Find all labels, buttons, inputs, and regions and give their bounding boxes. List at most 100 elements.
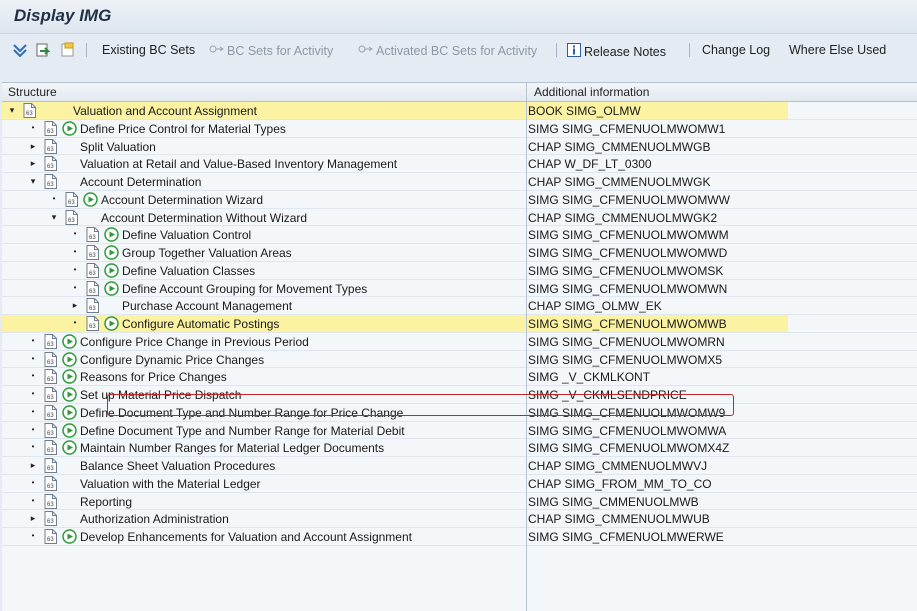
execute-activity-icon[interactable]: [62, 422, 77, 438]
execute-activity-icon[interactable]: [104, 245, 119, 260]
tree-row[interactable]: • 63 Configure Price Change in Previous Pe…: [2, 333, 917, 351]
execute-activity-icon[interactable]: [62, 440, 77, 455]
node-label[interactable]: Valuation and Account Assignment: [73, 104, 257, 118]
expand-node-icon[interactable]: ▸: [28, 459, 38, 471]
documentation-icon[interactable]: 63: [44, 404, 57, 420]
node-label[interactable]: Account Determination: [80, 175, 201, 189]
documentation-icon[interactable]: 63: [44, 458, 57, 473]
execute-activity-icon[interactable]: [62, 387, 77, 402]
node-label[interactable]: Split Valuation: [80, 140, 156, 154]
execute-activity-icon[interactable]: [104, 227, 119, 242]
where-else-used-button[interactable]: Where Else Used: [789, 43, 886, 57]
node-label[interactable]: Define Valuation Control: [122, 228, 251, 242]
tree-row[interactable]: ▸ 63 Balance Sheet Valuation Procedures CHA…: [2, 457, 917, 475]
node-label[interactable]: Reasons for Price Changes: [80, 370, 227, 384]
execute-activity-icon[interactable]: [62, 351, 77, 367]
tree-row[interactable]: • 63 Define Valuation Control SIMG SIMG_CFM…: [2, 226, 917, 244]
documentation-icon[interactable]: 63: [86, 227, 99, 243]
node-label[interactable]: Define Valuation Classes: [122, 264, 255, 278]
documentation-icon[interactable]: 63: [44, 511, 57, 527]
documentation-icon[interactable]: 63: [86, 280, 99, 296]
documentation-icon[interactable]: 63: [86, 245, 99, 260]
tree-row[interactable]: ▸ 63 Valuation at Retail and Value-Based I…: [2, 155, 917, 173]
node-label[interactable]: Develop Enhancements for Valuation and A…: [80, 530, 412, 544]
node-label[interactable]: Define Account Grouping for Movement Typ…: [122, 282, 367, 296]
tree-row[interactable]: • 63 Maintain Number Ranges for Material L…: [2, 439, 917, 457]
documentation-icon[interactable]: 63: [44, 120, 57, 136]
expand-node-icon[interactable]: ▸: [28, 140, 38, 152]
tree-row[interactable]: ▸ 63 Authorization Administration CHAP SIMG…: [2, 510, 917, 528]
tree-row[interactable]: • 63 Define Price Control for Material Typ…: [2, 120, 917, 138]
documentation-icon[interactable]: 63: [44, 440, 57, 456]
expand-subtree-icon[interactable]: [12, 42, 28, 58]
execute-activity-icon[interactable]: [83, 192, 98, 207]
node-label[interactable]: Group Together Valuation Areas: [122, 246, 292, 260]
execute-activity-icon[interactable]: [62, 369, 77, 384]
documentation-icon[interactable]: 63: [65, 191, 78, 207]
expand-node-icon[interactable]: ▸: [28, 157, 38, 169]
node-label[interactable]: Define Price Control for Material Types: [80, 122, 286, 136]
tree-row[interactable]: • 63 Configure Automatic Postings SIMG SIMG…: [2, 315, 917, 333]
node-label[interactable]: Account Determination Without Wizard: [101, 211, 307, 225]
execute-activity-icon[interactable]: [104, 263, 119, 278]
tree-row[interactable]: • 63 Account Determination Wizard SIMG SIMG…: [2, 191, 917, 209]
documentation-icon[interactable]: 63: [23, 103, 36, 118]
expand-node-icon[interactable]: ▸: [28, 512, 38, 524]
tree-row[interactable]: • 63 Define Valuation Classes SIMG SIMG_CFM…: [2, 262, 917, 280]
node-label[interactable]: Authorization Administration: [80, 512, 229, 526]
tree-row[interactable]: • 63 Configure Dynamic Price Changes SIMG S…: [2, 351, 917, 369]
documentation-icon[interactable]: 63: [86, 298, 99, 314]
node-label[interactable]: Configure Automatic Postings: [122, 317, 279, 331]
node-label[interactable]: Account Determination Wizard: [101, 193, 263, 207]
tree-row[interactable]: • 63 Reporting SIMG SIMG_CMMENUOLMWB: [2, 493, 917, 511]
documentation-icon[interactable]: 63: [44, 369, 57, 385]
change-log-button[interactable]: Change Log: [702, 43, 770, 57]
collapse-node-icon[interactable]: ▾: [7, 104, 17, 116]
activated-bc-sets-button[interactable]: Activated BC Sets for Activity: [357, 43, 537, 58]
tree-row[interactable]: ▾ 63 Account Determination CHAP SIMG_CMMENU…: [2, 173, 917, 191]
tree-row[interactable]: ▸ 63 Split Valuation CHAP SIMG_CMMENUOLMWGB: [2, 138, 917, 156]
node-label[interactable]: Maintain Number Ranges for Material Ledg…: [80, 441, 384, 455]
documentation-icon[interactable]: 63: [44, 333, 57, 349]
node-label[interactable]: Balance Sheet Valuation Procedures: [80, 459, 275, 473]
documentation-icon[interactable]: 63: [44, 351, 57, 367]
tree-row[interactable]: • 63 Define Account Grouping for Movement …: [2, 280, 917, 298]
column-header-structure[interactable]: Structure: [8, 85, 57, 99]
node-label[interactable]: Purchase Account Management: [122, 299, 292, 313]
documentation-icon[interactable]: 63: [86, 316, 99, 331]
execute-activity-icon[interactable]: [62, 121, 77, 136]
execute-activity-icon[interactable]: [62, 529, 77, 544]
tree-row[interactable]: ▸ 63 Purchase Account Management CHAP SIMG_…: [2, 297, 917, 315]
tree-row[interactable]: • 63 Reasons for Price Changes SIMG _V_CKML…: [2, 368, 917, 386]
tree-row[interactable]: • 63 Group Together Valuation Areas SIMG SI…: [2, 244, 917, 262]
collapse-node-icon[interactable]: ▾: [49, 211, 59, 223]
existing-bc-sets-button[interactable]: Existing BC Sets: [102, 43, 195, 57]
node-label[interactable]: Valuation with the Material Ledger: [80, 477, 261, 491]
execute-activity-icon[interactable]: [62, 334, 77, 349]
node-label[interactable]: Configure Dynamic Price Changes: [80, 353, 264, 367]
documentation-icon[interactable]: 63: [44, 422, 57, 438]
node-label[interactable]: Define Document Type and Number Range fo…: [80, 424, 405, 438]
collapse-node-icon[interactable]: ▾: [28, 175, 38, 187]
release-notes-button[interactable]: Release Notes: [567, 43, 666, 60]
node-label[interactable]: Valuation at Retail and Value-Based Inve…: [80, 157, 397, 171]
tree-row[interactable]: • 63 Develop Enhancements for Valuation an…: [2, 528, 917, 546]
documentation-icon[interactable]: 63: [44, 138, 57, 154]
column-header-additional-information[interactable]: Additional information: [534, 85, 649, 99]
node-label[interactable]: Configure Price Change in Previous Perio…: [80, 335, 309, 349]
tree-row[interactable]: ▾ 63 Valuation and Account Assignment BOOK …: [2, 102, 917, 120]
bc-sets-for-activity-button[interactable]: BC Sets for Activity: [208, 43, 333, 58]
tree-row[interactable]: • 63 Define Document Type and Number Range…: [2, 422, 917, 440]
documentation-icon[interactable]: 63: [44, 174, 57, 189]
column-divider[interactable]: [526, 83, 527, 611]
execute-activity-icon[interactable]: [62, 405, 77, 420]
documentation-icon[interactable]: 63: [65, 209, 78, 225]
documentation-icon[interactable]: 63: [86, 262, 99, 278]
node-label[interactable]: Reporting: [80, 495, 132, 509]
documentation-icon[interactable]: 63: [44, 387, 57, 402]
find-icon[interactable]: [36, 42, 52, 58]
expand-node-icon[interactable]: ▸: [70, 299, 80, 311]
documentation-icon[interactable]: 63: [44, 156, 57, 172]
execute-activity-icon[interactable]: [104, 316, 119, 331]
tree-row[interactable]: ▾ 63 Account Determination Without Wizard C…: [2, 209, 917, 227]
